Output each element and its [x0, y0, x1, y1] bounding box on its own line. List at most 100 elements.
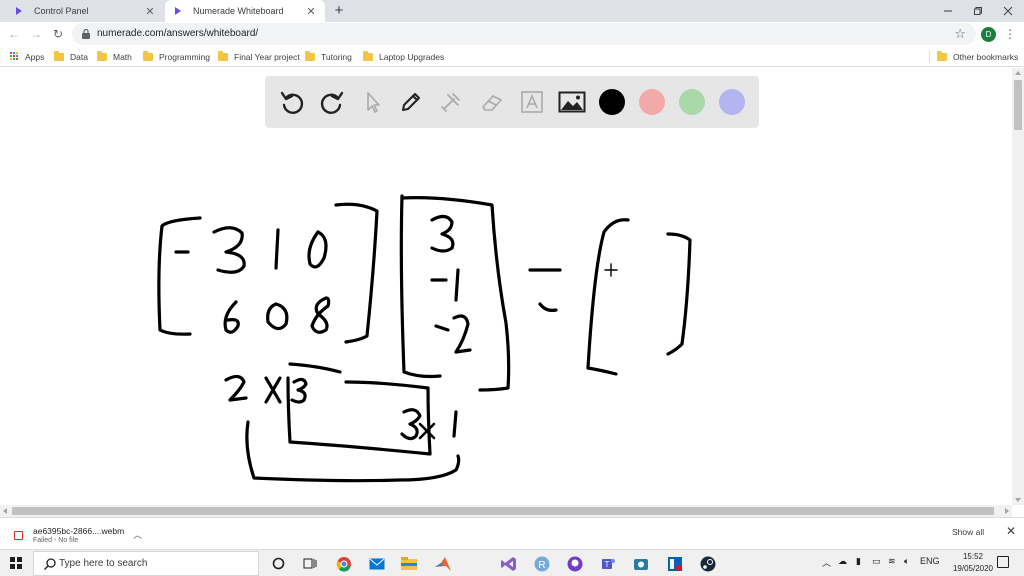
scroll-thumb[interactable]	[12, 507, 994, 515]
file-explorer-icon[interactable]	[400, 555, 417, 572]
bookmark-label: Apps	[25, 52, 44, 62]
notification-icon[interactable]	[997, 556, 1009, 568]
reload-icon: ↻	[53, 27, 63, 41]
color-green-button[interactable]	[677, 87, 707, 117]
github-icon[interactable]	[566, 555, 583, 572]
bookmark-laptop-upgrades[interactable]: Laptop Upgrades	[363, 50, 444, 63]
bookmark-math[interactable]: Math	[97, 50, 132, 63]
ink-digit-6	[225, 302, 238, 332]
vertical-scrollbar[interactable]	[1012, 68, 1024, 505]
address-bar[interactable]: numerade.com/answers/whiteboard/ ☆	[72, 23, 976, 45]
download-shelf: ae6395bc-2866....webm Failed - No file ︿…	[0, 517, 1024, 549]
numerade-logo-icon	[14, 6, 24, 16]
color-swatch	[679, 89, 705, 115]
r-icon[interactable]: R	[533, 555, 550, 572]
folder-icon	[97, 53, 107, 61]
forward-button[interactable]: →	[28, 26, 44, 42]
tab-numerade-whiteboard[interactable]: Numerade Whiteboard ✕	[165, 0, 325, 22]
ink-digit-3	[214, 228, 244, 273]
scroll-right-icon[interactable]	[1005, 508, 1009, 514]
visual-studio-icon[interactable]	[500, 555, 517, 572]
teams-icon[interactable]: T	[599, 555, 616, 572]
whiteboard-toolbar	[265, 76, 759, 128]
profile-avatar[interactable]: D	[981, 27, 996, 42]
battery-icon[interactable]: ▭	[872, 556, 881, 567]
color-blue-button[interactable]	[717, 87, 747, 117]
color-red-button[interactable]	[637, 87, 667, 117]
bookmark-final-year-project[interactable]: Final Year project	[218, 50, 300, 63]
matlab-icon[interactable]	[434, 555, 451, 572]
numerade-logo-icon	[173, 6, 183, 16]
camera-icon[interactable]	[632, 555, 649, 572]
scroll-thumb[interactable]	[1014, 80, 1022, 130]
ink-digit-2	[226, 376, 246, 400]
chevron-up-icon[interactable]: ︿	[133, 528, 142, 541]
chrome-icon[interactable]	[335, 555, 352, 572]
browser-menu-icon[interactable]: ⋮	[1004, 27, 1014, 42]
tab-strip: Control Panel ✕ Numerade Whiteboard ✕ +	[0, 0, 1024, 22]
minimize-button[interactable]	[932, 0, 964, 22]
folder-icon	[54, 53, 64, 61]
bookmark-apps[interactable]: Apps	[10, 50, 44, 63]
pen-button[interactable]	[396, 87, 426, 117]
usb-icon[interactable]: ▮	[856, 556, 861, 567]
color-swatch	[639, 89, 665, 115]
bookmark-label: Other bookmarks	[953, 52, 1018, 62]
bookmark-star-icon[interactable]: ☆	[954, 26, 966, 42]
ink-equals-bottom	[540, 304, 556, 310]
chevron-up-icon[interactable]: ︿	[822, 556, 831, 569]
image-button[interactable]	[557, 87, 587, 117]
ink-minus	[436, 326, 448, 330]
tools-icon	[439, 90, 463, 114]
volume-icon[interactable]: 🔈︎	[904, 556, 909, 567]
new-tab-button[interactable]: +	[331, 3, 347, 19]
ink-letter-x	[266, 378, 280, 402]
back-button[interactable]: ←	[6, 26, 22, 42]
taskbar-search-box[interactable]: Type here to search	[33, 551, 259, 576]
scroll-up-icon[interactable]	[1015, 71, 1021, 75]
bookmark-other[interactable]: Other bookmarks	[937, 50, 1018, 63]
bookmark-data[interactable]: Data	[54, 50, 88, 63]
redo-button[interactable]	[317, 87, 347, 117]
mail-icon[interactable]	[368, 555, 385, 572]
tab-close-icon[interactable]: ✕	[144, 5, 156, 17]
svg-text:R: R	[538, 560, 545, 571]
folder-icon	[143, 53, 153, 61]
language-indicator[interactable]: ENG	[920, 556, 940, 566]
color-black-button[interactable]	[597, 87, 627, 117]
bookmark-label: Programming	[159, 52, 210, 62]
close-window-button[interactable]	[992, 0, 1024, 22]
clock-time[interactable]: 15:52	[955, 552, 991, 561]
reload-button[interactable]: ↻	[50, 26, 66, 42]
app-icon[interactable]	[666, 555, 683, 572]
whiteboard-canvas[interactable]	[0, 68, 1012, 505]
cortana-icon[interactable]	[270, 555, 287, 572]
bookmark-programming[interactable]: Programming	[143, 50, 210, 63]
steam-icon[interactable]	[699, 555, 716, 572]
ink-digit-2	[454, 316, 470, 352]
undo-button[interactable]	[277, 87, 307, 117]
bookmark-tutoring[interactable]: Tutoring	[305, 50, 352, 63]
tab-close-icon[interactable]: ✕	[305, 5, 317, 17]
tab-control-panel[interactable]: Control Panel ✕	[6, 0, 164, 22]
scroll-left-icon[interactable]	[3, 508, 7, 514]
scroll-down-icon[interactable]	[1015, 498, 1021, 502]
undo-icon	[279, 89, 305, 115]
close-icon[interactable]: ✕	[1006, 524, 1016, 538]
bookmarks-bar: Apps Data Math Programming Final Year pr…	[0, 46, 1024, 67]
horizontal-scrollbar[interactable]	[0, 505, 1012, 517]
eraser-button[interactable]	[477, 87, 507, 117]
show-all-button[interactable]: Show all	[952, 527, 984, 537]
download-item[interactable]: ae6395bc-2866....webm Failed - No file ︿	[8, 522, 148, 546]
clock-date[interactable]: 19/05/2020	[949, 564, 997, 573]
windows-start-icon[interactable]	[10, 557, 22, 569]
wifi-icon[interactable]: ≋	[888, 556, 896, 567]
task-view-icon[interactable]	[301, 555, 318, 572]
restore-button[interactable]	[962, 0, 994, 22]
tools-button[interactable]	[436, 87, 466, 117]
ink-digit-1	[276, 230, 278, 268]
text-button[interactable]	[517, 87, 547, 117]
tab-title: Control Panel	[34, 6, 144, 16]
cloud-icon[interactable]: ☁	[838, 556, 847, 567]
select-button[interactable]	[357, 87, 387, 117]
